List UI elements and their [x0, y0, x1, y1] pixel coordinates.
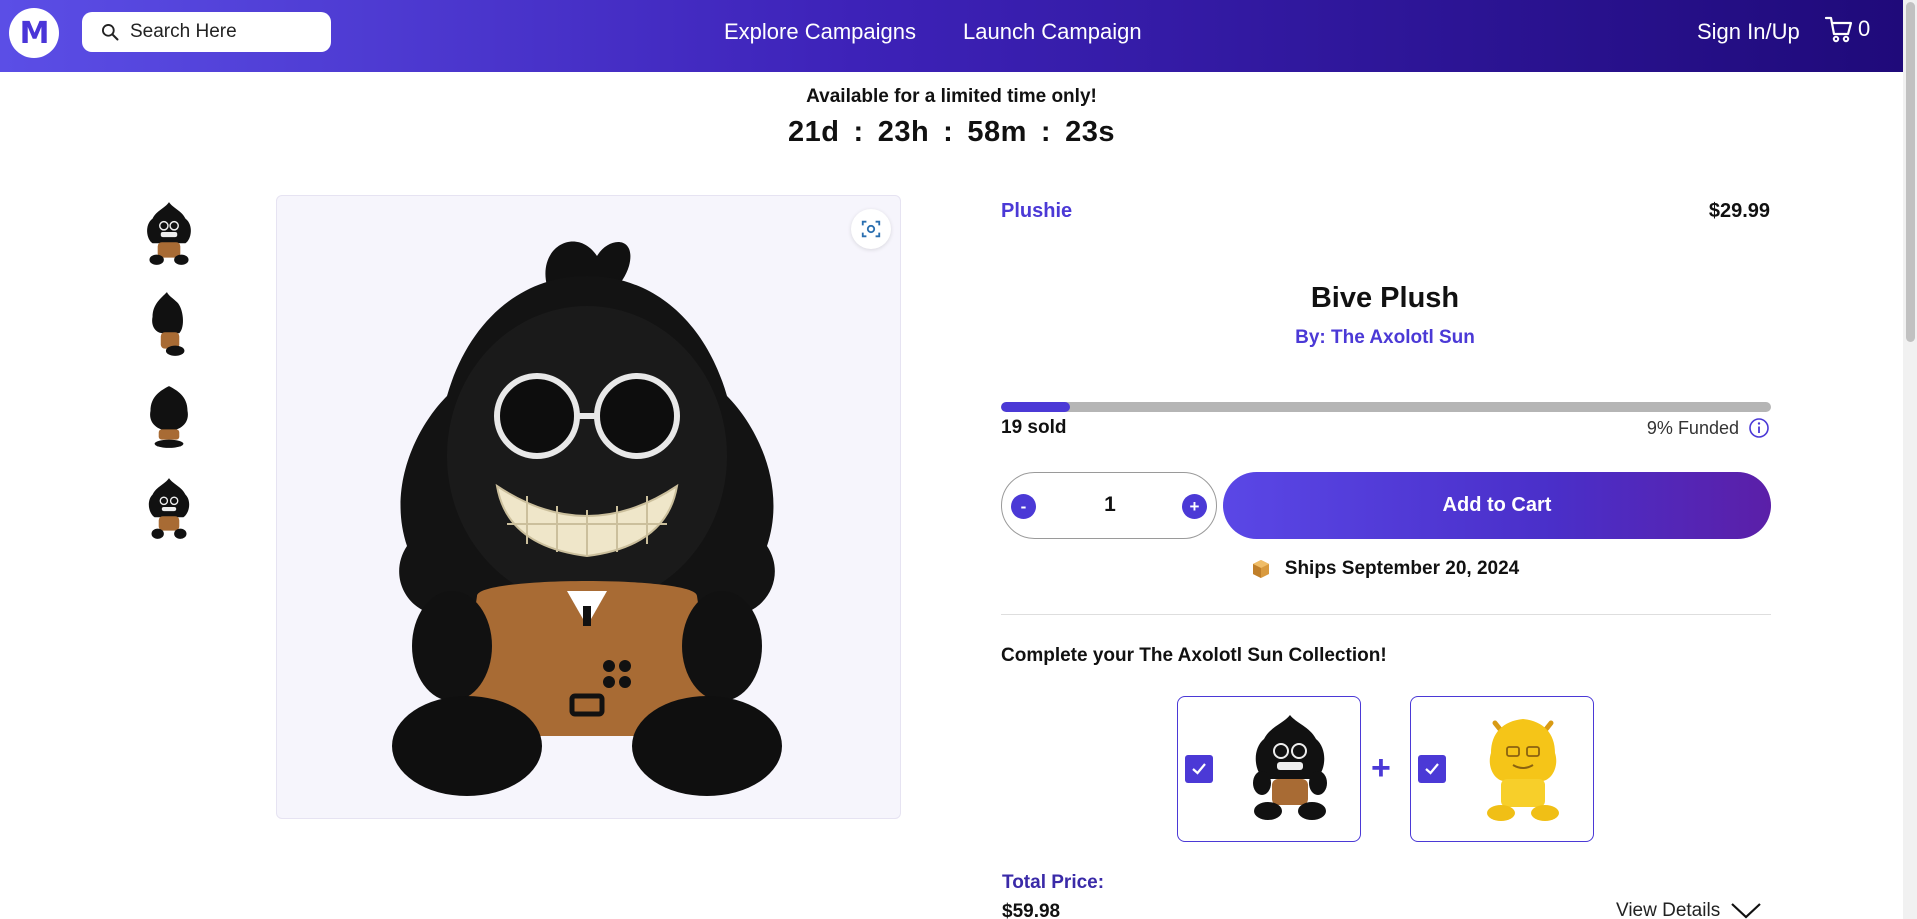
funded-status: 9% Funded: [1620, 417, 1770, 439]
sold-count: 19 sold: [1001, 417, 1067, 438]
ship-date: Ships September 20, 2024: [1001, 558, 1769, 580]
info-icon[interactable]: [1748, 417, 1770, 439]
cart-icon: [1824, 16, 1853, 43]
total-price-value: $59.98: [1002, 901, 1061, 919]
ship-date-text: Ships September 20, 2024: [1284, 558, 1520, 579]
nav-launch-campaign[interactable]: Launch Campaign: [963, 19, 1142, 45]
thumbnail-side[interactable]: [136, 286, 202, 362]
plush-thumbnail-image: [147, 202, 191, 265]
yellow-plush-thumbnail: [1487, 719, 1559, 821]
checkmark-icon: [1192, 763, 1206, 775]
bundle-item-bive[interactable]: [1177, 696, 1361, 842]
plush-thumbnail-image: [150, 386, 188, 448]
page: M Explore Campaigns Launch Campaign Sign…: [0, 0, 1917, 919]
search-box[interactable]: [82, 12, 331, 52]
bundle-item-yellow-plush[interactable]: [1410, 696, 1594, 842]
nav-explore-campaigns[interactable]: Explore Campaigns: [724, 19, 916, 45]
checkmark-icon: [1425, 763, 1439, 775]
sign-in-link[interactable]: Sign In/Up: [1697, 19, 1800, 45]
quantity-increase-button[interactable]: +: [1182, 494, 1207, 519]
product-price: $29.99: [1708, 200, 1770, 222]
product-category[interactable]: Plushie: [1001, 200, 1072, 223]
product-main-image[interactable]: [276, 195, 901, 819]
creator-link[interactable]: By: The Axolotl Sun: [1001, 327, 1769, 349]
bive-plush-thumbnail: [1253, 715, 1327, 820]
limited-time-text: Available for a limited time only!: [806, 86, 1097, 107]
funding-progress-bar: [1001, 402, 1771, 412]
zoom-button[interactable]: [851, 209, 891, 249]
site-logo[interactable]: M: [9, 8, 59, 58]
cart-count: 0: [1858, 16, 1871, 41]
zoom-icon: [861, 220, 881, 238]
thumbnail-back[interactable]: [136, 378, 202, 454]
product-title: Bive Plush: [1310, 282, 1460, 314]
funded-text: 9% Funded: [1646, 417, 1739, 438]
thumbnail-front[interactable]: [136, 196, 202, 272]
countdown-days: 21d: [788, 116, 840, 148]
add-to-cart-button[interactable]: Add to Cart: [1223, 472, 1771, 539]
thumbnail-front-small[interactable]: [136, 470, 202, 546]
countdown-separator: :: [1040, 116, 1052, 148]
plush-thumbnail-image: [148, 478, 190, 539]
countdown-separator: :: [853, 116, 864, 148]
countdown-minutes: 58m: [967, 116, 1027, 148]
search-input[interactable]: [130, 21, 320, 43]
collection-heading: Complete your The Axolotl Sun Collection…: [1001, 645, 1387, 666]
section-divider: [1001, 614, 1771, 615]
quantity-stepper: - 1 +: [1001, 472, 1217, 539]
chevron-down-icon: [1731, 903, 1761, 919]
scrollbar-thumb[interactable]: [1906, 2, 1915, 342]
bundle-checkbox[interactable]: [1418, 755, 1446, 783]
bive-plush-image: [392, 241, 782, 796]
cart-button[interactable]: 0: [1824, 14, 1870, 44]
countdown-timer: 21d:23h:58m:23s: [0, 116, 1903, 149]
package-icon: [1252, 560, 1269, 578]
page-scrollbar[interactable]: [1903, 0, 1917, 919]
bundle-checkbox[interactable]: [1185, 755, 1213, 783]
progress-fill: [1001, 402, 1071, 412]
logo-letter: M: [19, 15, 50, 51]
search-icon: [102, 24, 119, 41]
view-details-label: View Details: [1616, 900, 1721, 919]
countdown-hours: 23h: [877, 116, 930, 148]
top-navbar: M Explore Campaigns Launch Campaign Sign…: [0, 0, 1903, 72]
bundle-plus-sign: +: [1371, 749, 1391, 787]
view-details-toggle[interactable]: View Details: [1616, 900, 1762, 919]
countdown-separator: :: [943, 116, 954, 148]
plush-thumbnail-image: [152, 292, 185, 356]
countdown-seconds: 23s: [1065, 116, 1115, 148]
total-price-label: Total Price:: [1002, 872, 1105, 893]
